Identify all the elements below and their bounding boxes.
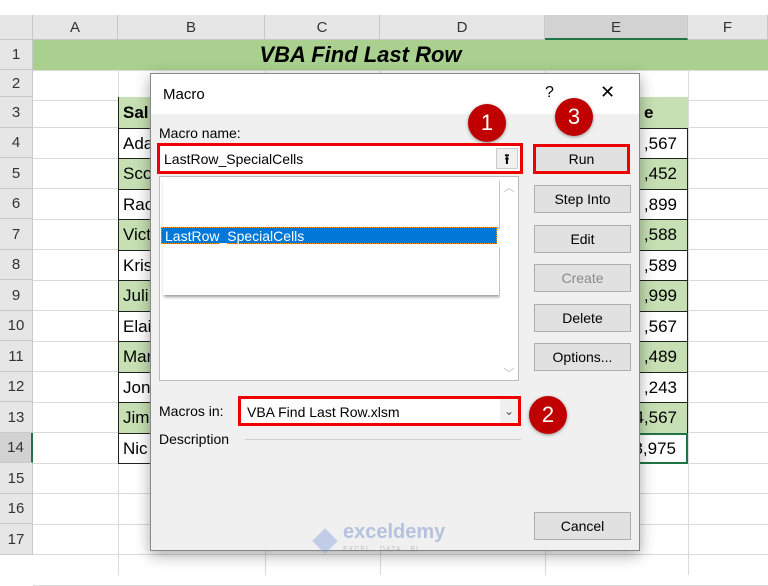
macro-dialog: Macro ? ✕ Macro name: LastRow_SpecialCel… [150, 73, 640, 554]
gridline [688, 40, 689, 575]
step-badge-3: 3 [555, 98, 593, 136]
header-cell-e[interactable]: e [640, 97, 688, 128]
step-badge-2: 2 [529, 396, 567, 434]
step-into-button[interactable]: Step Into [534, 185, 631, 213]
row-header-11[interactable]: 11 [0, 341, 33, 372]
description-label: Description [159, 431, 230, 447]
run-button[interactable]: Run [533, 144, 630, 174]
row-header-1[interactable]: 1 [0, 40, 33, 70]
row-header-7[interactable]: 7 [0, 219, 33, 250]
macros-in-value: VBA Find Last Row.xlsm [247, 404, 400, 420]
delete-button[interactable]: Delete [534, 304, 631, 332]
exceldemy-logo-icon [312, 528, 338, 554]
macro-list[interactable]: LastRow_SpecialCells ︿ ﹀ [159, 176, 519, 381]
top-strip [0, 0, 768, 15]
chevron-down-icon[interactable]: ⌄ [500, 399, 518, 423]
select-all-button[interactable] [0, 15, 33, 40]
options-button[interactable]: Options... [534, 343, 631, 371]
row-header-9[interactable]: 9 [0, 280, 33, 311]
list-scrollbar[interactable]: ︿ ﹀ [500, 177, 518, 380]
row-header-2[interactable]: 2 [0, 70, 33, 97]
description-divider [245, 439, 521, 440]
macro-name-input[interactable]: LastRow_SpecialCells [164, 151, 303, 167]
exceldemy-watermark: exceldemy EXCEL · DATA · BI [312, 522, 455, 558]
title-fill [688, 40, 768, 70]
column-header-b[interactable]: B [118, 15, 265, 40]
row-header-8[interactable]: 8 [0, 250, 33, 280]
row-header-13[interactable]: 13 [0, 402, 33, 433]
column-header-c[interactable]: C [265, 15, 380, 40]
row-header-10[interactable]: 10 [0, 311, 33, 341]
list-artifact [163, 179, 499, 227]
help-button[interactable]: ? [545, 84, 554, 102]
column-header-e[interactable]: E [545, 15, 688, 40]
row-header-17[interactable]: 17 [0, 524, 33, 555]
row-header-5[interactable]: 5 [0, 158, 33, 189]
row-header-16[interactable]: 16 [0, 494, 33, 524]
list-artifact [163, 245, 499, 295]
row-header-3[interactable]: 3 [0, 97, 33, 128]
sheet-title: VBA Find Last Row [33, 40, 688, 70]
column-header-f[interactable]: F [688, 15, 768, 40]
row-header-15[interactable]: 15 [0, 463, 33, 494]
row-header-4[interactable]: 4 [0, 128, 33, 158]
close-button[interactable]: ✕ [600, 82, 615, 103]
macro-name-label: Macro name: [159, 125, 241, 141]
macro-name-input-highlight: LastRow_SpecialCells ⭱ [157, 143, 523, 174]
column-header-d[interactable]: D [380, 15, 545, 40]
dialog-title: Macro [163, 86, 205, 103]
list-item-selected[interactable]: LastRow_SpecialCells [161, 227, 497, 244]
create-button[interactable]: Create [534, 264, 631, 292]
collapse-upload-icon[interactable]: ⭱ [496, 148, 518, 169]
macros-in-label: Macros in: [159, 403, 224, 419]
macros-in-select[interactable]: VBA Find Last Row.xlsm ⌄ [238, 396, 521, 426]
gridline [33, 70, 768, 71]
column-header-a[interactable]: A [33, 15, 118, 40]
step-badge-1: 1 [468, 104, 506, 142]
cancel-button[interactable]: Cancel [534, 512, 631, 540]
edit-button[interactable]: Edit [534, 225, 631, 253]
row-header-14[interactable]: 14 [0, 433, 33, 463]
row-header-12[interactable]: 12 [0, 372, 33, 402]
row-header-6[interactable]: 6 [0, 189, 33, 219]
